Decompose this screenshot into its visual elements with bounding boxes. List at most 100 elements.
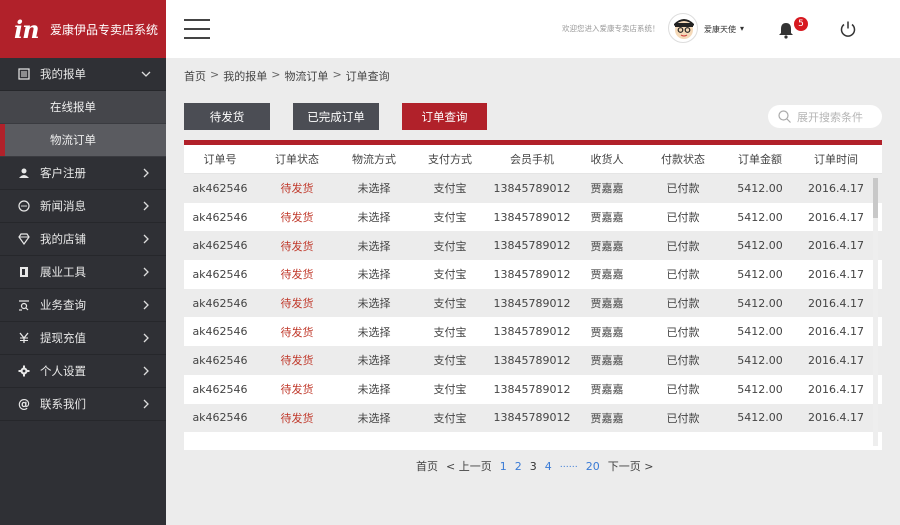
power-icon[interactable]: [839, 20, 857, 38]
sidebar-item-news[interactable]: 新闻消息: [0, 190, 166, 223]
table-row[interactable]: ak462546 待发货 未选择 支付宝 13845789012 贾嘉嘉 已付款 5412.0…: [184, 403, 882, 433]
welcome-text: 欢迎您进入爱康专卖店系统！: [562, 24, 660, 33]
bell-icon[interactable]: [778, 21, 794, 39]
cell-order-status: 待发货: [280, 383, 314, 397]
sidebar-item-label: 我的报单: [40, 67, 86, 81]
breadcrumb-separator: >: [332, 68, 342, 81]
sidebar-item-withdraw[interactable]: 提现充值: [0, 322, 166, 355]
cell-order-amount: 5412.00: [737, 325, 783, 339]
cell-payment-method: 支付宝: [433, 239, 467, 253]
cell-order-status: 待发货: [280, 325, 314, 339]
cell-order-date: 2016.4.17: [808, 210, 864, 224]
avatar[interactable]: [668, 13, 698, 43]
sidebar: in 爱康伊品专卖店系统 我的报单 在线报单 物流订单 客户注册 新闻消息 我的…: [0, 0, 166, 525]
completed-orders-button[interactable]: 已完成订单: [293, 103, 379, 130]
sidebar-subitem-label: 在线报单: [50, 100, 96, 114]
table-row[interactable]: ak462546 待发货 未选择 支付宝 13845789012 贾嘉嘉 已付款 5412.0…: [184, 203, 882, 232]
sidebar-item-business-query[interactable]: 业务查询: [0, 289, 166, 322]
breadcrumb-separator: >: [210, 68, 220, 81]
cell-order-id: ak462546: [192, 353, 248, 367]
pending-shipment-button[interactable]: 待发货: [184, 103, 270, 130]
sidebar-subitem-online-order[interactable]: 在线报单: [0, 91, 166, 124]
caret-down-icon[interactable]: ▾: [740, 24, 744, 33]
column-header[interactable]: 订单号: [184, 151, 256, 167]
cell-shipping-method: 未选择: [357, 182, 391, 196]
cell-order-amount: 5412.00: [737, 411, 783, 425]
sidebar-item-label: 展业工具: [40, 265, 86, 279]
sidebar-item-my-orders[interactable]: 我的报单: [0, 58, 166, 91]
cell-member-phone: 13845789012: [493, 325, 571, 339]
pagination-page[interactable]: 4: [545, 460, 552, 473]
cell-member-phone: 13845789012: [493, 296, 571, 310]
cell-order-status: 待发货: [280, 411, 314, 425]
pagination-prev[interactable]: < 上一页: [446, 458, 492, 474]
table-row[interactable]: ak462546 待发货 未选择 支付宝 13845789012 贾嘉嘉 已付款 5412.0…: [184, 231, 882, 261]
hamburger-menu-icon[interactable]: [184, 19, 210, 39]
sidebar-item-tools[interactable]: 展业工具: [0, 256, 166, 289]
pagination-page[interactable]: 1: [500, 460, 507, 473]
cell-payment-status: 已付款: [666, 411, 700, 425]
column-header[interactable]: 支付方式: [410, 151, 490, 167]
pagination-first[interactable]: 首页: [416, 458, 438, 474]
cell-shipping-method: 未选择: [357, 211, 391, 225]
cell-order-id: ak462546: [192, 210, 248, 224]
cell-recipient: 贾嘉嘉: [590, 354, 624, 368]
cell-payment-method: 支付宝: [433, 325, 467, 339]
username[interactable]: 爱康天使: [704, 24, 736, 35]
sidebar-item-settings[interactable]: 个人设置: [0, 355, 166, 388]
sidebar-item-label: 客户注册: [40, 166, 86, 180]
sidebar-item-label: 个人设置: [40, 364, 86, 378]
column-header[interactable]: 付款状态: [640, 151, 726, 167]
breadcrumb-separator: >: [271, 68, 281, 81]
pagination-page-current[interactable]: 3: [530, 460, 537, 473]
breadcrumb-logistics[interactable]: 物流订单: [284, 68, 328, 84]
cell-member-phone: 13845789012: [493, 210, 571, 224]
pagination-page[interactable]: 2: [515, 460, 522, 473]
search-icon: [778, 110, 791, 123]
brand-name: 爱康伊品专卖店系统: [50, 22, 159, 37]
breadcrumb-my-orders[interactable]: 我的报单: [223, 68, 267, 84]
table-row[interactable]: ak462546 待发货 未选择 支付宝 13845789012 贾嘉嘉 已付款 5412.0…: [184, 375, 882, 404]
column-header[interactable]: 会员手机: [490, 151, 574, 167]
table-row[interactable]: ak462546 待发货 未选择 支付宝 13845789012 贾嘉嘉 已付款 5412.0…: [184, 174, 882, 203]
sidebar-item-customer-register[interactable]: 客户注册: [0, 157, 166, 190]
sidebar-item-my-shop[interactable]: 我的店铺: [0, 223, 166, 256]
sidebar-item-label: 业务查询: [40, 298, 86, 312]
chat-icon: [18, 200, 30, 212]
cell-shipping-method: 未选择: [357, 297, 391, 311]
table-row[interactable]: ak462546 待发货 未选择 支付宝 13845789012 贾嘉嘉 已付款 5412.0…: [184, 317, 882, 346]
column-header[interactable]: 收货人: [574, 151, 640, 167]
pagination-page-last[interactable]: 20: [586, 460, 600, 473]
column-header[interactable]: 订单金额: [726, 151, 794, 167]
cell-shipping-method: 未选择: [357, 383, 391, 397]
breadcrumb-home[interactable]: 首页: [184, 68, 206, 84]
cell-order-id: ak462546: [192, 325, 248, 339]
scrollbar-thumb[interactable]: [873, 178, 878, 218]
order-query-button[interactable]: 订单查询: [402, 103, 487, 130]
table-row[interactable]: ak462546 待发货 未选择 支付宝 13845789012 贾嘉嘉 已付款 5412.0…: [184, 346, 882, 375]
cell-payment-status: 已付款: [666, 354, 700, 368]
pagination-next[interactable]: 下一页 >: [608, 458, 654, 474]
cell-shipping-method: 未选择: [357, 411, 391, 425]
cell-payment-status: 已付款: [666, 325, 700, 339]
chevron-right-icon: [143, 267, 149, 277]
sidebar-item-contact[interactable]: @ 联系我们: [0, 388, 166, 421]
search-input[interactable]: 展开搜索条件: [768, 105, 882, 128]
cell-recipient: 贾嘉嘉: [590, 211, 624, 225]
table-row[interactable]: ak462546 待发货 未选择 支付宝 13845789012 贾嘉嘉 已付款 5412.0…: [184, 288, 882, 318]
cell-order-id: ak462546: [192, 296, 248, 310]
cell-order-status: 待发货: [280, 239, 314, 253]
column-header[interactable]: 订单时间: [794, 151, 878, 167]
cell-order-date: 2016.4.17: [808, 382, 864, 396]
sidebar-item-label: 联系我们: [40, 397, 86, 411]
table-scrollbar[interactable]: [873, 178, 878, 446]
table-row[interactable]: ak462546 待发货 未选择 支付宝 13845789012 贾嘉嘉 已付款 5412.0…: [184, 260, 882, 289]
cell-member-phone: 13845789012: [493, 239, 571, 253]
column-header[interactable]: 物流方式: [338, 151, 410, 167]
sidebar-subitem-logistics-order[interactable]: 物流订单: [0, 124, 166, 157]
cell-payment-method: 支付宝: [433, 411, 467, 425]
pagination: 首页 < 上一页 1 2 3 4 …… 20 下一页 >: [416, 458, 653, 474]
cell-payment-method: 支付宝: [433, 383, 467, 397]
cell-order-amount: 5412.00: [737, 382, 783, 396]
column-header[interactable]: 订单状态: [256, 151, 338, 167]
